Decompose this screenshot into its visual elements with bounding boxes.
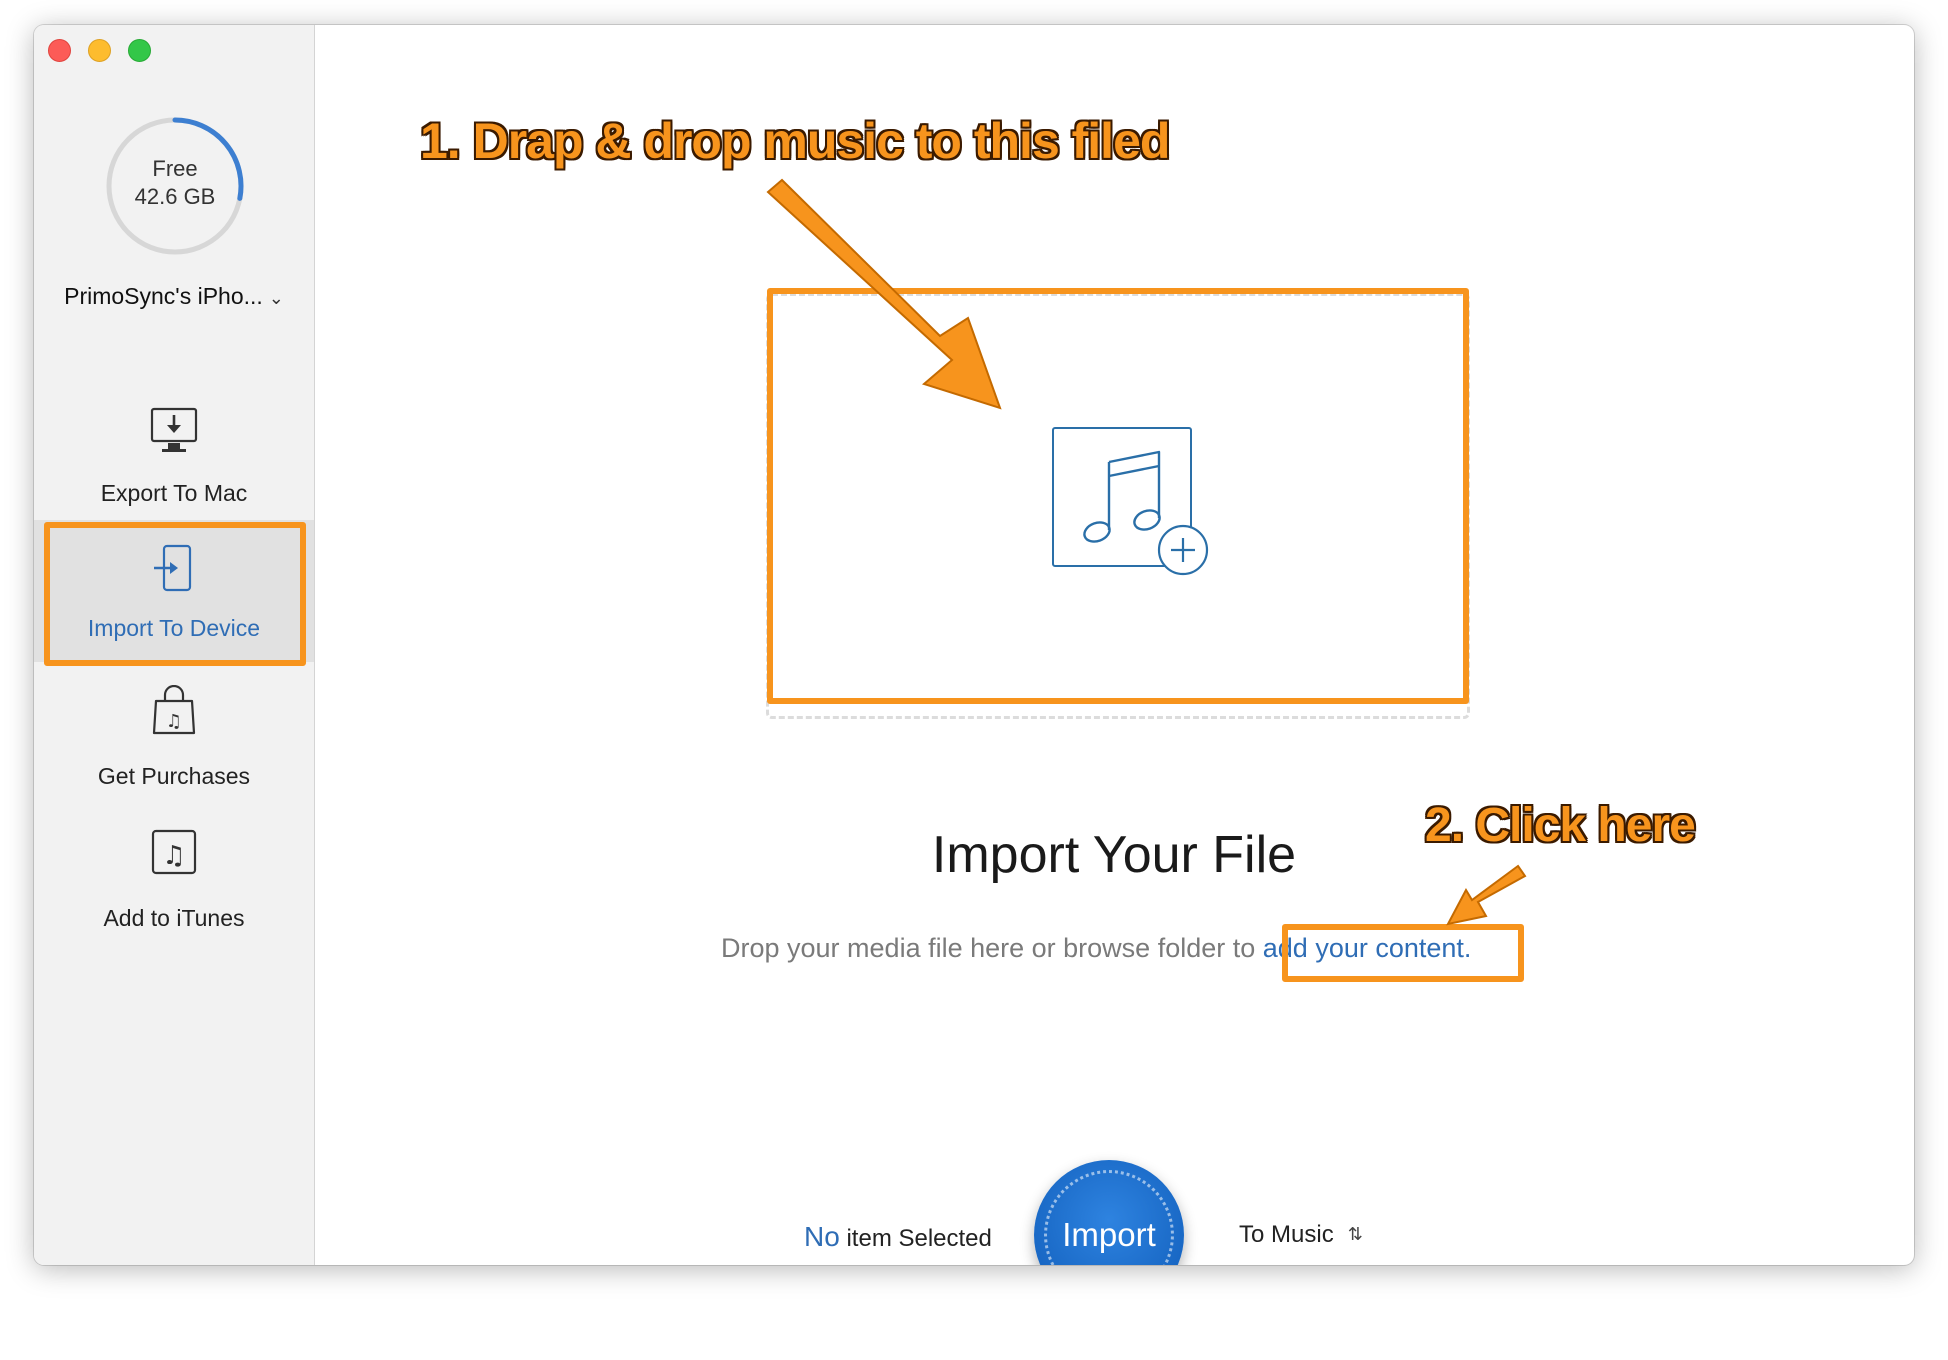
annotation-step-2: 2. Click here (1425, 799, 1696, 852)
annotation-arrow-1 (766, 178, 1002, 410)
annotation-step-1: 1. Drap & drop music to this filed (420, 113, 1170, 169)
annotation-arrows (766, 178, 1527, 926)
annotation-arrow-2 (1446, 864, 1527, 926)
